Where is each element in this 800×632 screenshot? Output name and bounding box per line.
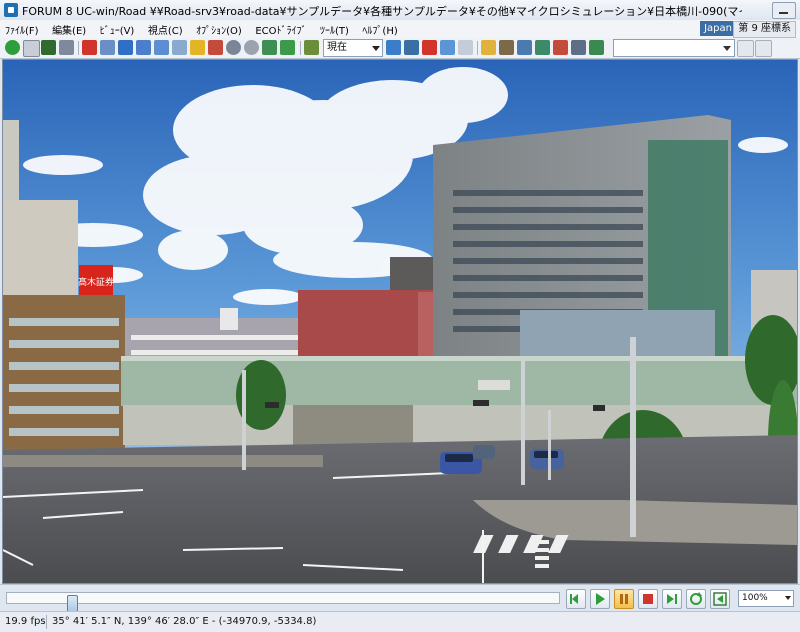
play-button[interactable] <box>590 589 610 609</box>
chevron-down-icon <box>785 596 791 600</box>
tree-icon[interactable] <box>535 40 550 55</box>
pause-icon <box>620 594 628 604</box>
statistics-icon[interactable] <box>422 40 437 55</box>
scene-render: 髙木証券 <box>3 60 797 583</box>
building-icon[interactable] <box>404 40 419 55</box>
title-bar: FORUM 8 UC-win/Road ¥¥Road-srv3¥road-dat… <box>0 0 800 21</box>
menu-eco-drive[interactable]: ECOﾄﾞﾗｲﾌﾞ <box>250 20 311 39</box>
loop-icon <box>690 592 702 605</box>
navigation-icon[interactable] <box>100 40 115 55</box>
script-select[interactable] <box>613 39 735 57</box>
bar-chart-icon[interactable] <box>386 40 401 55</box>
zoom-value: 100% <box>742 593 768 603</box>
timeline-track[interactable] <box>6 592 560 616</box>
status-bar: 19.9 fps 35° 41′ 5.1″ N, 139° 46′ 28.0″ … <box>0 611 800 632</box>
move-down-icon[interactable] <box>118 40 133 55</box>
terrain-view-icon[interactable] <box>41 40 56 55</box>
menu-tools[interactable]: ﾂｰﾙ(T) <box>315 20 354 39</box>
menu-options[interactable]: ｵﾌﾟｼｮﾝ(O) <box>191 20 247 39</box>
select-icon[interactable] <box>190 40 205 55</box>
rewind-button[interactable] <box>566 589 586 609</box>
export-icon <box>713 592 727 606</box>
play-icon <box>596 593 605 605</box>
chevron-down-icon <box>372 46 380 51</box>
securities-sign-text: 髙木証券 <box>78 276 114 288</box>
rewind-icon <box>570 594 578 604</box>
edit-document-icon[interactable] <box>59 40 74 55</box>
menu-file[interactable]: ﾌｧｲﾙ(F) <box>0 20 44 39</box>
building-white-left <box>3 200 78 300</box>
move-icon[interactable] <box>136 40 151 55</box>
vehicle-icon[interactable] <box>571 40 586 55</box>
status-separator <box>46 615 47 629</box>
time-select-value: 現在 <box>327 42 347 53</box>
target-icon[interactable] <box>226 40 241 55</box>
loop-button[interactable] <box>686 589 706 609</box>
bank-building <box>293 405 413 445</box>
elevated-expressway <box>121 358 797 406</box>
run-simulation-icon[interactable] <box>5 40 20 55</box>
window-icon[interactable] <box>440 40 455 55</box>
toolbar-separator <box>300 41 301 55</box>
stop-button[interactable] <box>638 589 658 609</box>
menu-help[interactable]: ﾍﾙﾌﾟ(H) <box>357 20 402 39</box>
menu-edit[interactable]: 編集(E) <box>47 20 91 39</box>
minimize-button[interactable] <box>772 2 796 19</box>
minus-circle-icon[interactable] <box>244 40 259 55</box>
expressway-rail <box>121 356 797 361</box>
window-title: FORUM 8 UC-win/Road ¥¥Road-srv3¥road-dat… <box>22 5 742 18</box>
person-icon[interactable] <box>208 40 223 55</box>
time-select[interactable]: 現在 <box>323 39 383 57</box>
camera-icon[interactable] <box>517 40 532 55</box>
pause-button[interactable] <box>614 589 634 609</box>
cancel-icon[interactable] <box>82 40 97 55</box>
tunnel-icon[interactable] <box>499 40 514 55</box>
grid-icon[interactable] <box>458 40 473 55</box>
menu-camera[interactable]: 視点(C) <box>143 20 188 39</box>
location-readout: 35° 41′ 5.1″ N, 139° 46′ 28.0″ E - (-349… <box>52 616 317 627</box>
3d-viewport[interactable]: 髙木証券 <box>2 59 798 584</box>
toolbar-separator <box>78 41 79 55</box>
ruler-icon[interactable] <box>481 40 496 55</box>
step-forward-icon <box>667 594 677 604</box>
chart-icon[interactable] <box>304 40 319 55</box>
toolbar-separator <box>477 41 478 55</box>
route-icon[interactable] <box>262 40 277 55</box>
chevron-down-icon <box>723 46 731 51</box>
playback-bar: 100% <box>0 584 800 616</box>
region-indicator[interactable]: Japan <box>700 21 736 36</box>
menu-view[interactable]: ﾋﾞｭｰ(V) <box>95 20 140 39</box>
app-window: FORUM 8 UC-win/Road ¥¥Road-srv3¥road-dat… <box>0 0 800 632</box>
small-tower <box>220 308 238 330</box>
rotate-icon[interactable] <box>154 40 169 55</box>
coordinate-system-button[interactable]: 第 9 座標系 <box>733 21 796 38</box>
fps-readout: 19.9 fps <box>5 616 46 627</box>
stop-simulation-icon[interactable] <box>23 40 40 57</box>
add-object-icon[interactable] <box>589 40 604 55</box>
play-script-icon[interactable] <box>737 40 754 57</box>
export-button[interactable] <box>710 589 730 609</box>
sidewalk-left <box>3 455 323 467</box>
step-forward-button[interactable] <box>662 589 682 609</box>
script-settings-icon[interactable] <box>755 40 772 57</box>
toolbar: 現在 <box>0 38 800 59</box>
flag-icon[interactable] <box>280 40 295 55</box>
zoom-select[interactable]: 100% <box>738 590 794 607</box>
expressway-sign <box>478 380 510 390</box>
stop-icon <box>643 594 653 604</box>
menu-bar: ﾌｧｲﾙ(F) 編集(E) ﾋﾞｭｰ(V) 視点(C) ｵﾌﾟｼｮﾝ(O) EC… <box>0 20 800 39</box>
pan-icon[interactable] <box>172 40 187 55</box>
app-icon <box>4 3 18 17</box>
signal-icon[interactable] <box>553 40 568 55</box>
